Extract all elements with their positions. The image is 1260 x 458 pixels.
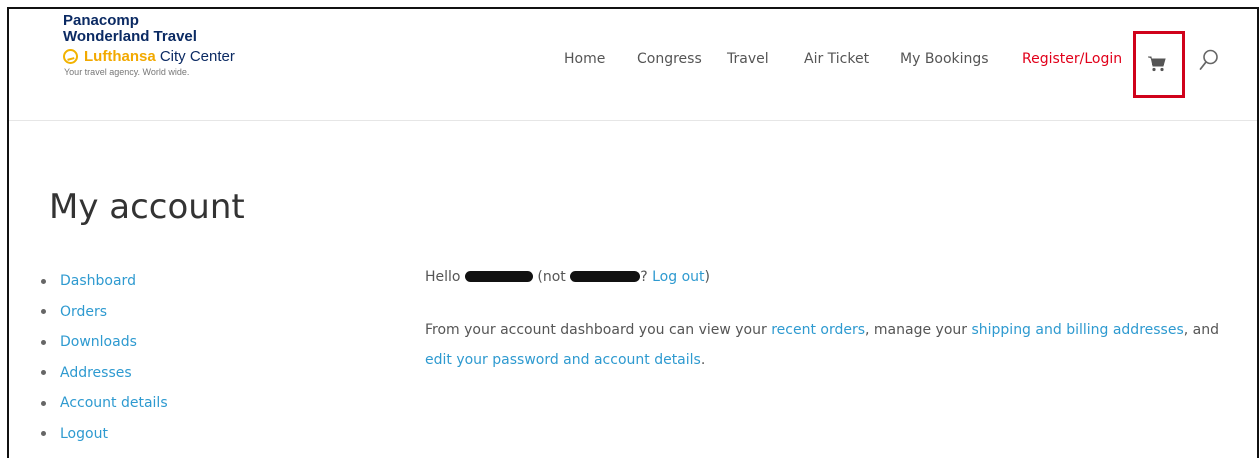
- nav-congress[interactable]: Congress: [637, 51, 702, 67]
- nav-air-ticket[interactable]: Air Ticket: [804, 51, 869, 67]
- bullet: [41, 400, 46, 406]
- intro-text: , manage your: [865, 322, 972, 338]
- greeting-hello: Hello: [425, 269, 465, 285]
- redacted-username: [464, 270, 533, 282]
- cart-icon[interactable]: [1148, 56, 1166, 72]
- redacted-username: [570, 270, 641, 282]
- bullet: [41, 431, 46, 437]
- edit-account-link[interactable]: edit your password and account details: [425, 352, 701, 368]
- logo-line1: Panacomp: [63, 12, 139, 29]
- account-nav-addresses[interactable]: Addresses: [60, 365, 132, 381]
- search-icon[interactable]: [1199, 49, 1219, 71]
- account-nav-dashboard[interactable]: Dashboard: [60, 273, 136, 289]
- site-header: Panacomp Wonderland Travel Lufthansa Cit…: [9, 9, 1257, 121]
- greeting-close: ): [704, 269, 710, 285]
- account-navigation: Dashboard Orders Downloads Addresses Acc…: [41, 266, 168, 449]
- addresses-link[interactable]: shipping and billing addresses: [971, 322, 1183, 338]
- greeting: Hello (not ? Log out): [425, 269, 710, 285]
- bullet: [41, 309, 46, 315]
- lufthansa-crane-icon: [63, 49, 78, 64]
- account-nav-item: Dashboard: [41, 266, 168, 297]
- page-title: My account: [49, 187, 245, 227]
- logo-line2: Wonderland Travel: [63, 28, 197, 45]
- nav-travel[interactable]: Travel: [727, 51, 769, 67]
- greeting-not: (not: [532, 269, 571, 285]
- page-frame: Panacomp Wonderland Travel Lufthansa Cit…: [7, 7, 1259, 458]
- account-nav-item: Downloads: [41, 327, 168, 358]
- site-logo[interactable]: Panacomp Wonderland Travel Lufthansa Cit…: [63, 13, 235, 77]
- nav-home[interactable]: Home: [564, 51, 605, 67]
- recent-orders-link[interactable]: recent orders: [771, 322, 865, 338]
- intro-text: , and: [1183, 322, 1220, 338]
- bullet: [41, 278, 46, 284]
- bullet: [41, 339, 46, 345]
- account-nav-item: Orders: [41, 297, 168, 328]
- account-nav-item: Addresses: [41, 358, 168, 389]
- intro-text: From your account dashboard you can view…: [425, 322, 772, 338]
- account-nav-account-details[interactable]: Account details: [60, 395, 168, 411]
- logo-brand: Lufthansa City Center: [84, 48, 235, 65]
- logo-tagline: Your travel agency. World wide.: [64, 67, 190, 77]
- dashboard-intro: From your account dashboard you can view…: [425, 315, 1225, 375]
- nav-my-bookings[interactable]: My Bookings: [900, 51, 989, 67]
- account-nav-item: Account details: [41, 388, 168, 419]
- account-nav-orders[interactable]: Orders: [60, 304, 107, 320]
- bullet: [41, 370, 46, 376]
- intro-text: .: [700, 352, 706, 368]
- account-nav-item: Logout: [41, 419, 168, 450]
- account-nav-downloads[interactable]: Downloads: [60, 334, 137, 350]
- greeting-question: ?: [640, 269, 653, 285]
- greeting-logout-link[interactable]: Log out: [652, 269, 704, 285]
- nav-register-login[interactable]: Register/Login: [1022, 51, 1122, 67]
- account-nav-logout[interactable]: Logout: [60, 426, 108, 442]
